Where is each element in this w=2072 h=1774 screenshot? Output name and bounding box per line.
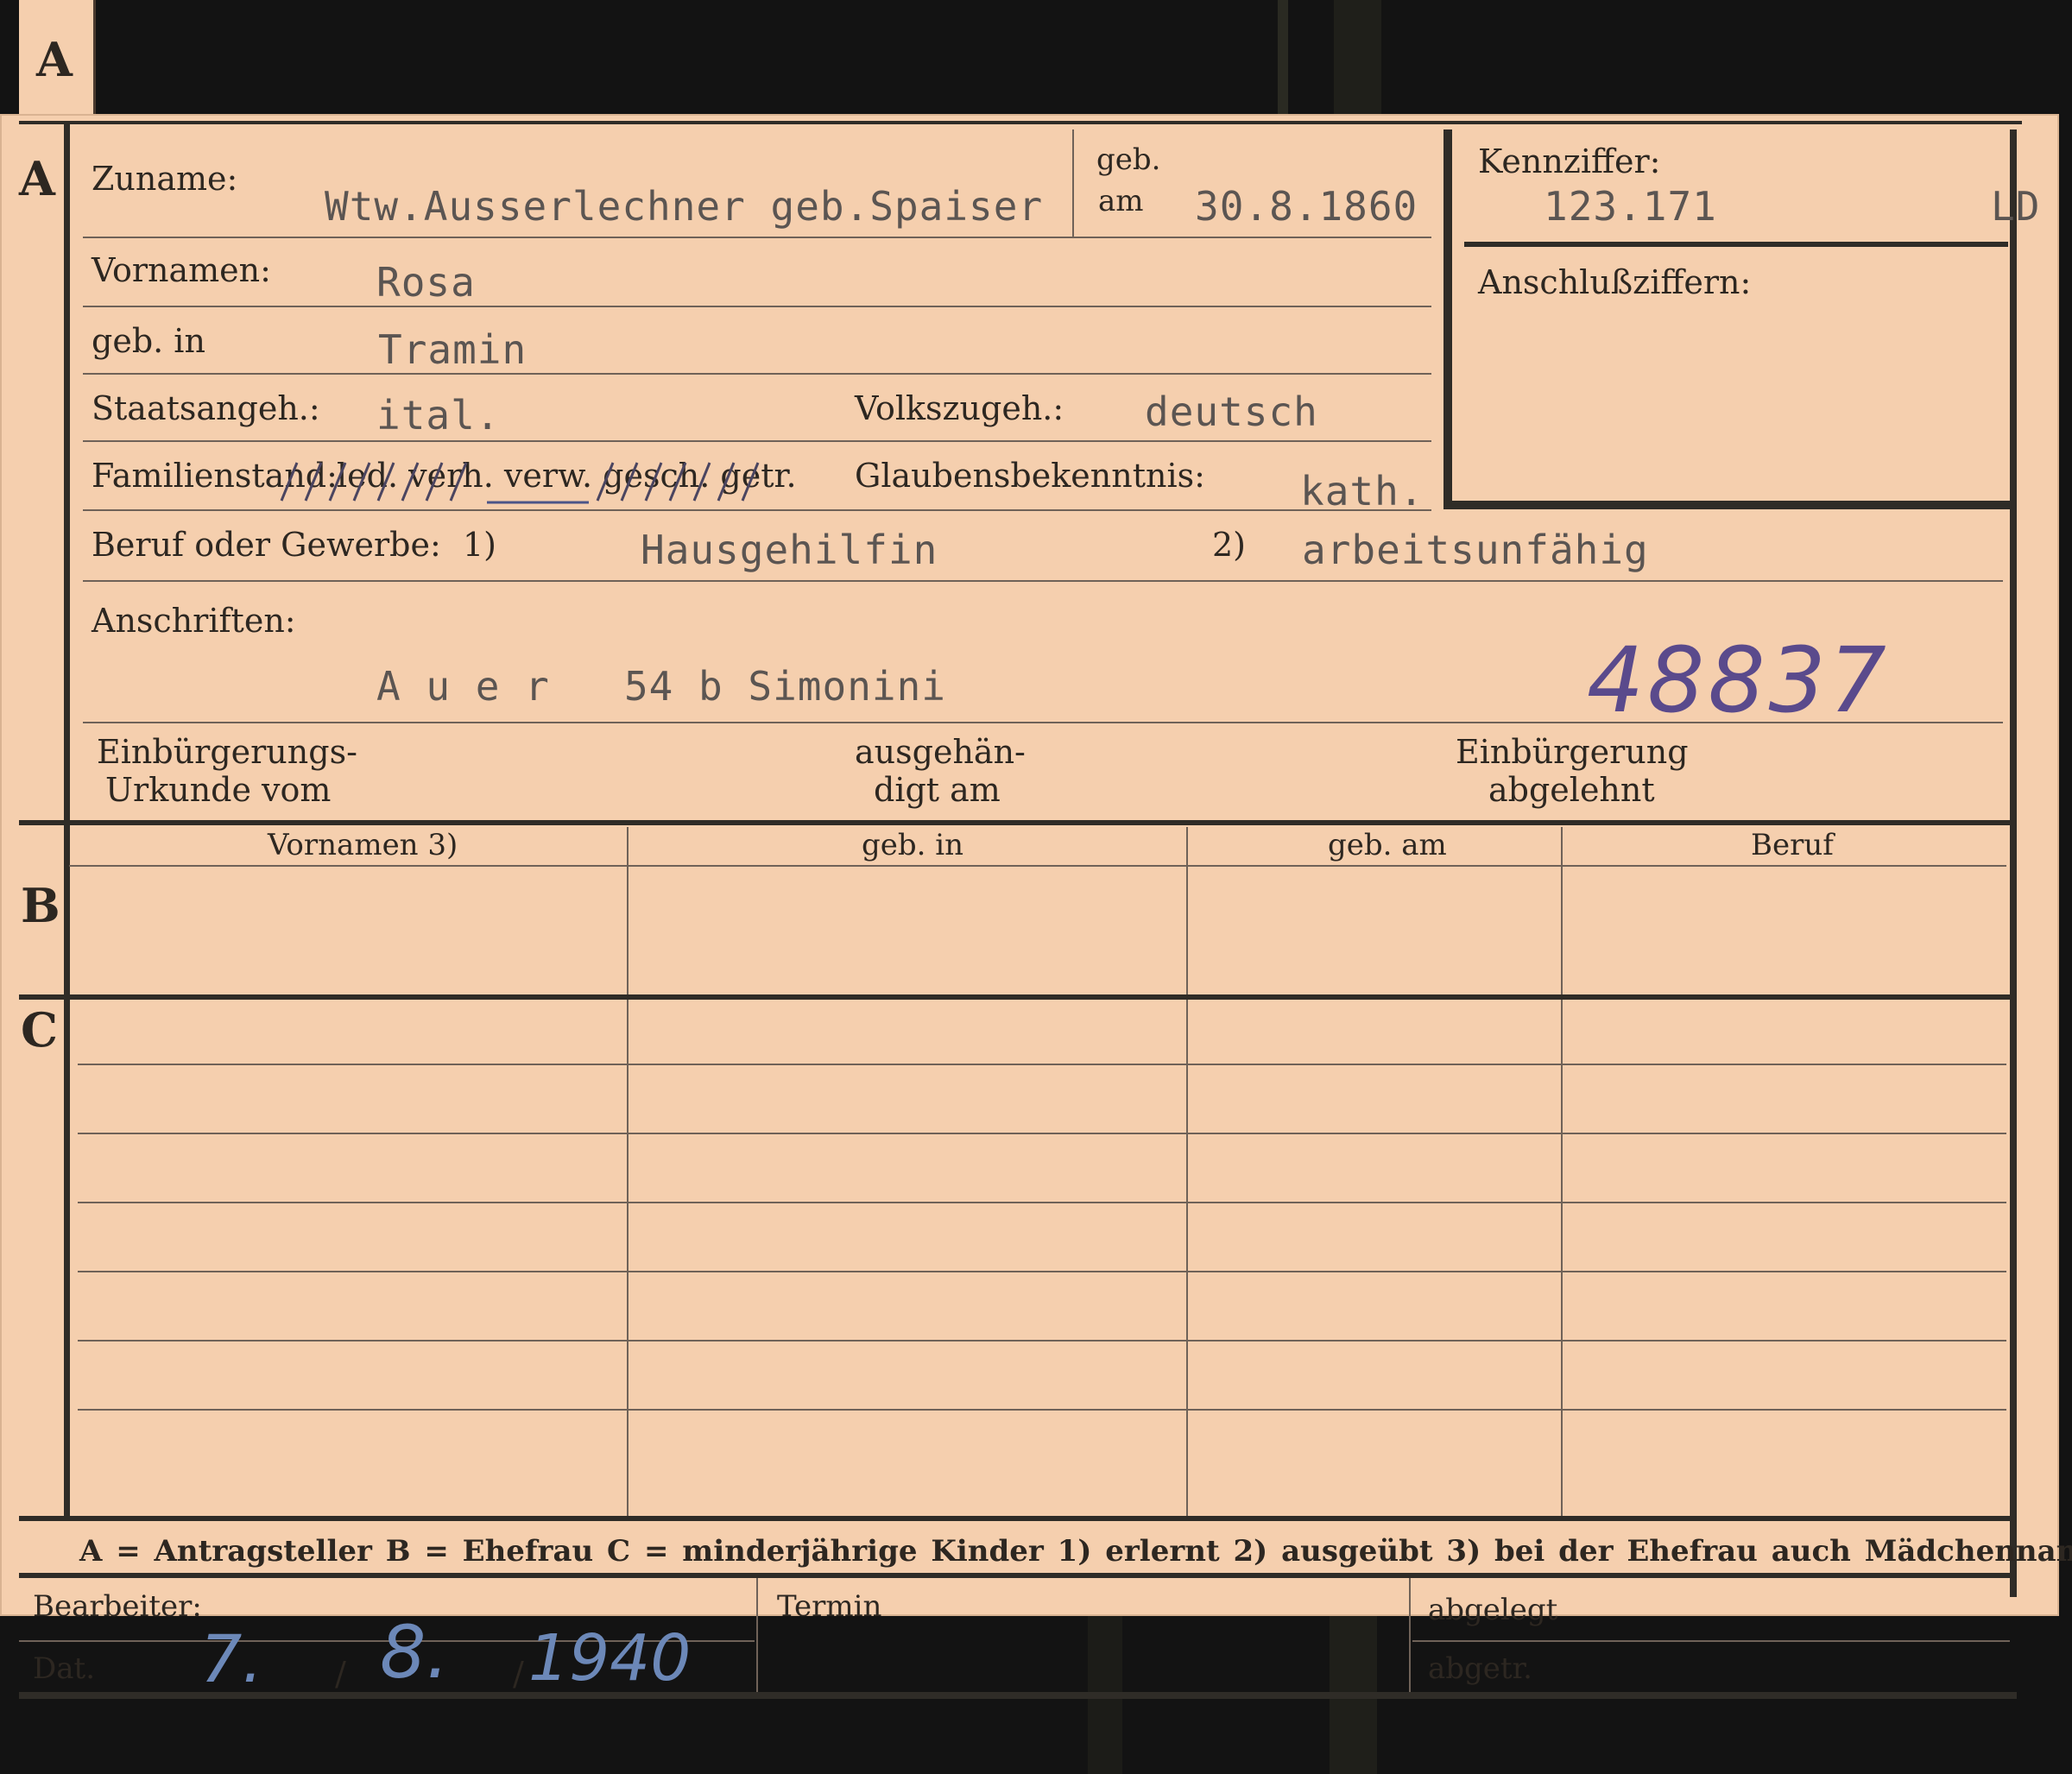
table-col-divider	[1186, 827, 1188, 1518]
row-line	[83, 306, 1431, 307]
section-c-top	[19, 994, 2013, 1000]
top-border	[19, 121, 2022, 124]
row-line	[83, 237, 1431, 238]
row-line	[83, 580, 2003, 582]
familienstand-strikethrough	[280, 462, 760, 504]
kennziffer-divider	[1464, 242, 2008, 247]
footer-divider	[1409, 1578, 1411, 1695]
ausgehaen-line2: digt am	[874, 771, 1001, 809]
registration-card: A Zuname: Wtw.Ausserlechner geb.Spaiser …	[0, 114, 2072, 1699]
kennziffer-label: Kennziffer:	[1478, 142, 1661, 180]
table-header-vornamen: Vornamen 3)	[268, 828, 458, 862]
date-sep-1: /	[335, 1655, 346, 1693]
anschriften-value: A u e r 54 b Simonini	[376, 663, 946, 710]
glaubens-label: Glaubensbekenntnis:	[855, 457, 1205, 495]
zuname-divider	[1072, 129, 1074, 238]
date-sep-2: /	[513, 1655, 524, 1693]
vornamen-label: Vornamen:	[92, 251, 271, 289]
table-header-beruf: Beruf	[1751, 828, 1834, 862]
volkszugeh-label: Volkszugeh.:	[855, 389, 1064, 427]
einb-urkunde-line1: Einbürgerungs-	[97, 733, 357, 771]
scan-artifact	[1334, 0, 1381, 114]
date-year: 1940	[528, 1621, 692, 1695]
table-col-divider	[1561, 827, 1563, 1518]
table-header-geb-am: geb. am	[1328, 828, 1447, 862]
table-row-line	[78, 1340, 2006, 1342]
section-b-top	[19, 820, 2013, 825]
index-tab: A	[19, 0, 96, 114]
am-label: am	[1098, 184, 1144, 218]
scan-artifact	[1278, 0, 1288, 114]
note-2: 2)	[1212, 526, 1247, 564]
footer-row-line-right	[1412, 1640, 2010, 1642]
geb-label: geb.	[1096, 142, 1161, 177]
section-letter-a: A	[19, 151, 55, 206]
beruf-label: Beruf oder Gewerbe:	[92, 526, 441, 564]
ausgehaen-line1: ausgehän-	[855, 733, 1026, 771]
volkszugeh-value: deutsch	[1145, 388, 1318, 435]
kennziffer-box-left	[1443, 129, 1452, 509]
zuname-label: Zuname:	[92, 160, 238, 198]
section-letter-b: B	[21, 878, 60, 933]
date-month: 8.	[380, 1610, 450, 1695]
table-row-line	[78, 1202, 2006, 1203]
geb-in-label: geb. in	[92, 322, 205, 360]
right-border	[2010, 129, 2017, 1597]
section-letter-c: C	[21, 1002, 58, 1057]
einb-urkunde-line2: Urkunde vom	[105, 771, 332, 809]
einb-abgelehnt-line2: abgelehnt	[1488, 771, 1655, 809]
abgelegt-label: abgelegt	[1428, 1593, 1558, 1627]
table-col-divider	[627, 827, 629, 1518]
note-1: 1)	[463, 526, 497, 564]
table-row-line	[78, 1409, 2006, 1411]
geb-in-value: Tramin	[378, 326, 527, 373]
vornamen-value: Rosa	[376, 259, 476, 306]
staatsangeh-label: Staatsangeh.:	[92, 389, 320, 427]
glaubens-value: kath.	[1300, 468, 1424, 515]
table-row-line	[78, 1064, 2006, 1065]
legend-text: A = Antragsteller B = Ehefrau C = minder…	[79, 1534, 2072, 1569]
geb-am-value: 30.8.1860	[1195, 183, 1418, 230]
bearbeiter-label: Bearbeiter:	[33, 1589, 202, 1624]
kennziffer-value: 123.171	[1544, 183, 1717, 230]
zuname-value: Wtw.Ausserlechner geb.Spaiser	[325, 183, 1044, 230]
footer-divider	[756, 1578, 758, 1695]
row-line	[83, 722, 2003, 723]
section-a-left-border	[64, 123, 70, 820]
staatsangeh-value: ital.	[376, 392, 501, 439]
row-line	[83, 509, 1431, 511]
kennziffer-box-bottom	[1447, 501, 2015, 509]
dat-label: Dat.	[33, 1651, 96, 1686]
legend-top	[19, 1516, 2013, 1521]
row-line	[83, 373, 1431, 375]
anschriften-label: Anschriften:	[92, 602, 296, 640]
kennziffer-suffix: LD	[1991, 183, 2041, 230]
table-header-geb-in: geb. in	[862, 828, 964, 862]
beruf-value-2: arbeitsunfähig	[1302, 527, 1649, 573]
bottom-border	[19, 1692, 2017, 1699]
date-day: 7.	[200, 1620, 263, 1697]
termin-label: Termin	[777, 1589, 882, 1624]
section-b-left-border	[64, 820, 70, 1518]
legend-bottom	[19, 1573, 2013, 1578]
beruf-value-1: Hausgehilfin	[641, 527, 938, 573]
handwritten-number: 48837	[1587, 628, 1890, 733]
anschluss-label: Anschlußziffern:	[1478, 263, 1752, 301]
table-row-line	[78, 1271, 2006, 1272]
table-header-line	[69, 865, 2006, 867]
abgetr-label: abgetr.	[1428, 1651, 1532, 1686]
row-line	[83, 440, 1431, 442]
einb-abgelehnt-line1: Einbürgerung	[1456, 733, 1689, 771]
tab-letter: A	[36, 32, 73, 87]
table-row-line	[78, 1133, 2006, 1134]
